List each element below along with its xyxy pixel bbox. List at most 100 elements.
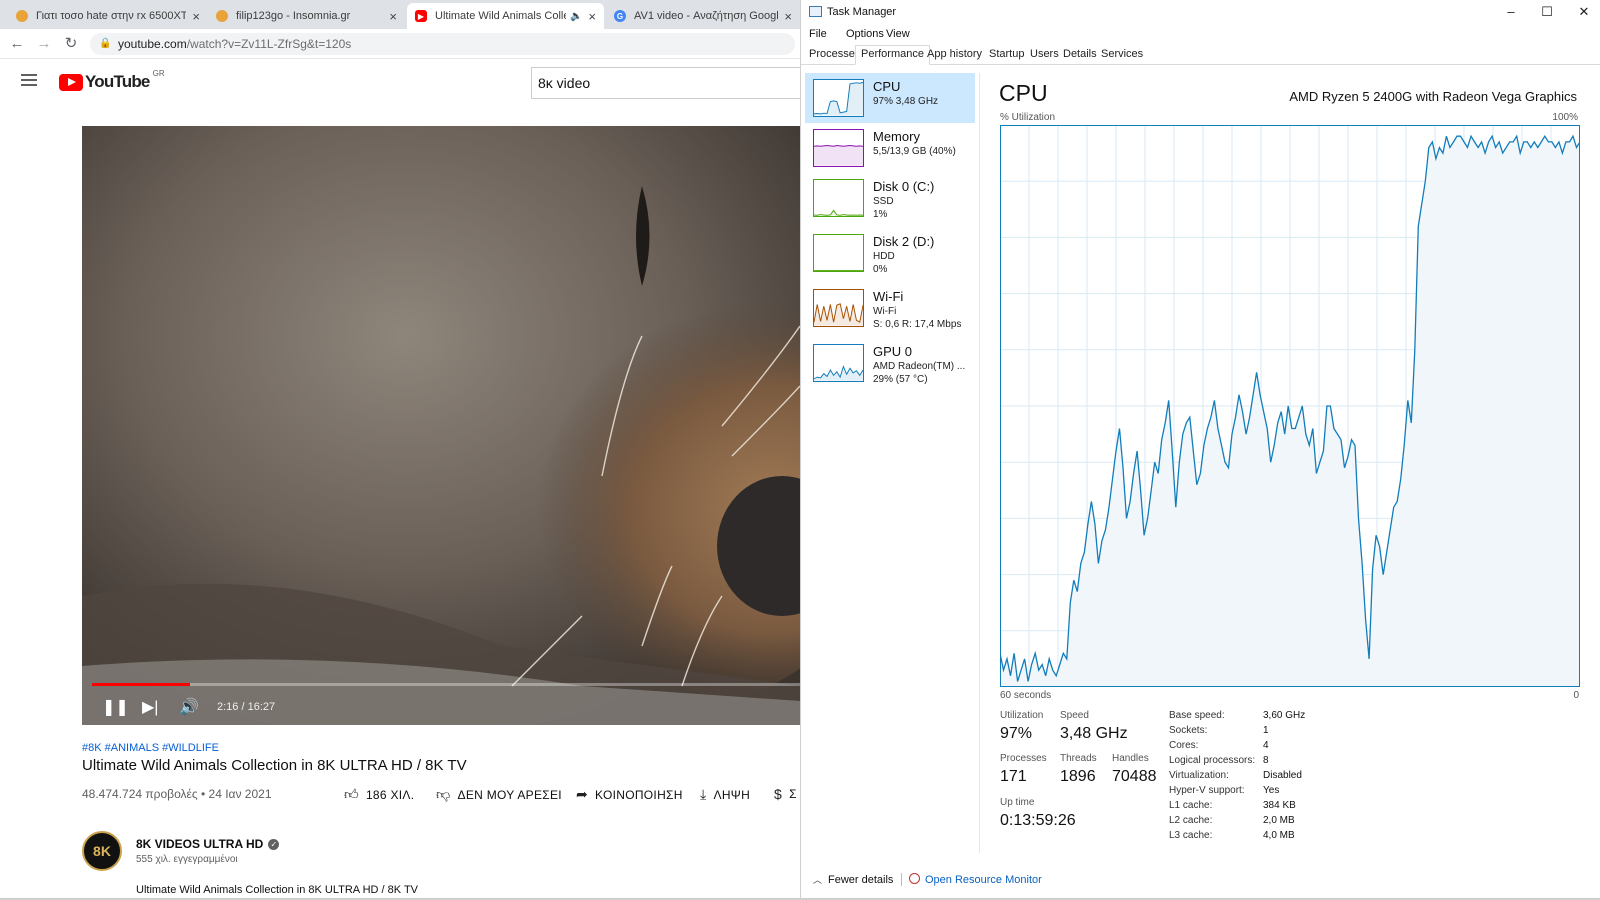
tab-close-icon[interactable]: × [588, 9, 596, 24]
download-button[interactable]: ⤓ ΛΗΨΗ [700, 786, 750, 803]
menu-options[interactable]: Options [846, 28, 884, 40]
detail-value: Disabled [1263, 770, 1302, 781]
uptime-label: Up time [1000, 797, 1035, 808]
tab-close-icon[interactable]: × [784, 9, 792, 24]
tm-titlebar[interactable]: Task Manager – ☐ ✕ [801, 0, 1600, 25]
detail-value: 1 [1263, 725, 1269, 736]
video-player[interactable]: ❚❚ ▶| 🔊 2:16 / 16:27 [82, 126, 800, 725]
detail-label: Base speed: [1169, 710, 1225, 721]
address-bar[interactable]: 🔒 youtube.com/watch?v=Zv11L-ZfrSg&t=120s [90, 33, 795, 55]
channel-name-row[interactable]: 8K VIDEOS ULTRA HD ✓ [136, 837, 280, 851]
video-frame-seal-image [82, 126, 800, 725]
sidebar-divider [979, 73, 980, 853]
menu-file[interactable]: File [809, 28, 827, 40]
video-time: 2:16 / 16:27 [217, 701, 276, 713]
channel-subscribers: 555 χιλ. εγγεγραμμένοι [136, 854, 238, 865]
share-arrow-icon: ➦ [576, 786, 589, 802]
video-title: Ultimate Wild Animals Collection in 8K U… [82, 757, 467, 774]
mini-graph-line [814, 209, 863, 216]
sidebar-item-label: Wi-Fi [873, 289, 904, 304]
dislike-button[interactable]: 👎︎ ΔΕΝ ΜΟΥ ΑΡΕΣΕΙ [436, 786, 562, 803]
sidebar-item-sub: S: 0,6 R: 17,4 Mbps [873, 319, 962, 330]
tab-close-icon[interactable]: × [389, 9, 397, 24]
video-hashtags[interactable]: #8K #ANIMALS #WILDLIFE [82, 742, 219, 754]
dislike-label: ΔΕΝ ΜΟΥ ΑΡΕΣΕΙ [457, 787, 562, 802]
detail-value: 384 KB [1263, 800, 1296, 811]
uptime-value: 0:13:59:26 [1000, 812, 1076, 829]
utilization-value: 97% [1000, 725, 1033, 742]
tab-processes[interactable]: Processes [809, 48, 860, 60]
footer-divider [901, 873, 902, 886]
tab-details[interactable]: Details [1063, 48, 1097, 60]
next-icon[interactable]: ▶| [142, 697, 158, 717]
thumbs-up-icon: 👍︎ [344, 786, 359, 802]
tab-users[interactable]: Users [1030, 48, 1059, 60]
video-progress-bar[interactable] [92, 683, 800, 686]
tab-app-history[interactable]: App history [927, 48, 982, 60]
speed-value: 3,48 GHz [1060, 725, 1128, 742]
gpu-mini-graph [813, 344, 864, 382]
tab-title: Γιατι τοσο hate στην rx 6500XT - ... [36, 10, 187, 22]
detail-value: 2,0 MB [1263, 815, 1295, 826]
open-resource-monitor-link[interactable]: Open Resource Monitor [909, 873, 1042, 886]
detail-label: L2 cache: [1169, 815, 1213, 826]
disk0-mini-graph [813, 179, 864, 217]
detail-value: 8 [1263, 755, 1269, 766]
back-arrow-icon[interactable]: ← [8, 35, 26, 53]
wifi-mini-graph [813, 289, 864, 327]
detail-label: Sockets: [1169, 725, 1208, 736]
browser-tab-2[interactable]: filip123go - Insomnia.gr × [208, 3, 405, 29]
reload-icon[interactable]: ↻ [62, 35, 80, 53]
share-button[interactable]: ➦ ΚΟΙΝΟΠΟΙΗΣΗ [576, 786, 683, 803]
fewer-details-button[interactable]: ︿ Fewer details [813, 873, 893, 886]
resource-monitor-icon [909, 873, 920, 884]
handles-value: 70488 [1112, 768, 1157, 785]
disk2-mini-graph [813, 234, 864, 272]
menu-view[interactable]: View [886, 28, 910, 40]
browser-window: Γιατι τοσο hate στην rx 6500XT - ... × f… [0, 0, 800, 900]
address-path: /watch?v=Zv11L-ZfrSg&t=120s [186, 37, 352, 51]
browser-tab-3-active[interactable]: ▶ Ultimate Wild Animals Collec... 🔈 × [407, 3, 604, 29]
maximize-icon[interactable]: ☐ [1539, 4, 1555, 20]
sidebar-item-disk0[interactable]: Disk 0 (C:) SSD 1% [805, 173, 975, 227]
download-icon: ⤓ [700, 786, 707, 802]
detail-label: L3 cache: [1169, 830, 1213, 841]
forward-arrow-icon[interactable]: → [35, 35, 53, 53]
address-host: youtube.com [118, 37, 187, 51]
hamburger-menu-icon[interactable] [21, 74, 37, 86]
sidebar-item-sub: SSD [873, 196, 894, 207]
thanks-button[interactable]: $ Σ [774, 786, 797, 802]
browser-tab-4[interactable]: G AV1 video - Αναζήτηση Google × [606, 3, 800, 29]
speaker-icon[interactable]: 🔈 [570, 11, 582, 22]
sidebar-item-wifi[interactable]: Wi-Fi Wi-Fi S: 0,6 R: 17,4 Mbps [805, 283, 975, 337]
detail-value: Yes [1263, 785, 1280, 796]
mini-graph-line [814, 145, 863, 147]
youtube-logo[interactable]: YouTube GR [59, 69, 165, 92]
detail-label: Cores: [1169, 740, 1199, 751]
sidebar-item-sub: 5,5/13,9 GB (40%) [873, 146, 956, 157]
tab-close-icon[interactable]: × [192, 9, 200, 24]
threads-label: Threads [1060, 753, 1097, 764]
tab-services[interactable]: Services [1101, 48, 1143, 60]
close-icon[interactable]: ✕ [1576, 4, 1592, 20]
volume-icon[interactable]: 🔊 [179, 697, 199, 717]
channel-name: 8K VIDEOS ULTRA HD [136, 837, 264, 851]
tab-startup[interactable]: Startup [989, 48, 1024, 60]
sidebar-item-memory[interactable]: Memory 5,5/13,9 GB (40%) [805, 123, 975, 173]
sidebar-item-gpu0[interactable]: GPU 0 AMD Radeon(TM) ... 29% (57 °C) [805, 338, 975, 392]
minimize-icon[interactable]: – [1503, 4, 1519, 19]
graph-time-label: 60 seconds [1000, 690, 1052, 701]
channel-avatar[interactable]: 8K [82, 831, 122, 871]
like-button[interactable]: 👍︎ 186 ΧΙΛ. [344, 786, 414, 803]
browser-tab-1[interactable]: Γιατι τοσο hate στην rx 6500XT - ... × [8, 3, 208, 29]
processes-value: 171 [1000, 768, 1027, 785]
tab-performance[interactable]: Performance [855, 45, 930, 65]
search-input[interactable]: 8κ video [531, 67, 800, 99]
detail-label: L1 cache: [1169, 800, 1213, 811]
sidebar-item-cpu[interactable]: CPU 97% 3,48 GHz [805, 73, 975, 123]
sidebar-item-label: CPU [873, 79, 901, 94]
sidebar-item-disk2[interactable]: Disk 2 (D:) HDD 0% [805, 228, 975, 282]
utilization-label: Utilization [1000, 710, 1044, 721]
video-views-date: 48.474.724 προβολές • 24 Ιαν 2021 [82, 787, 272, 801]
pause-icon[interactable]: ❚❚ [102, 697, 129, 717]
